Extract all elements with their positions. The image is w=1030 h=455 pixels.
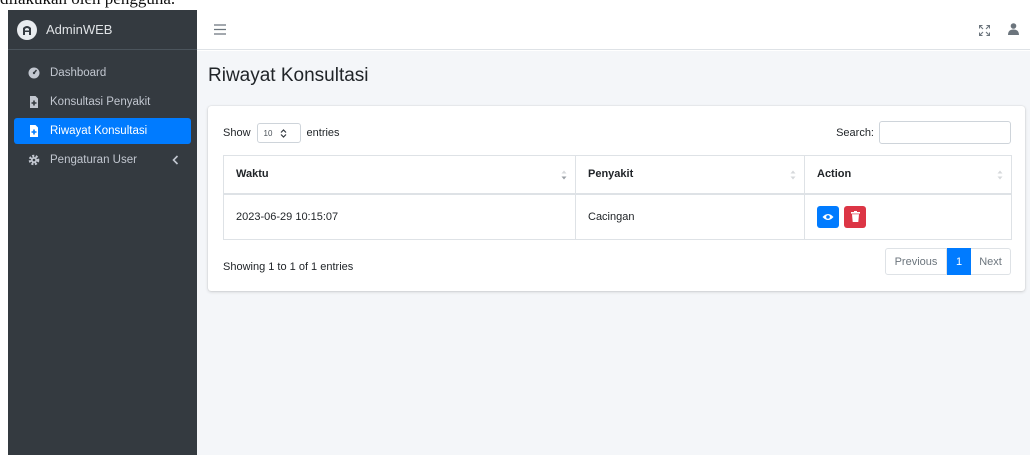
page-length-select[interactable]: 10 — [256, 123, 301, 143]
brand-name: AdminWEB — [46, 22, 113, 37]
chevron-left-icon — [172, 155, 179, 165]
file-medical-icon — [28, 96, 40, 108]
cog-icon — [28, 154, 40, 166]
riwayat-table: Waktu Penyakit Action 2023-06-29 10:15:0 — [223, 155, 1012, 240]
sidebar-item-dashboard[interactable]: Dashboard — [14, 60, 191, 86]
table-info: Showing 1 to 1 of 1 entries — [223, 261, 354, 273]
sidebar: AdminWEB Dashboard Konsultasi Penyakit R… — [8, 10, 197, 455]
sidebar-item-label: Pengaturan User — [50, 154, 137, 166]
column-header-penyakit[interactable]: Penyakit — [575, 155, 805, 195]
sidebar-item-label: Dashboard — [50, 67, 107, 79]
topbar — [197, 10, 1030, 50]
show-label: Show — [223, 127, 251, 139]
search-label: Search: — [836, 126, 874, 139]
table-row: 2023-06-29 10:15:07 Cacingan — [223, 193, 1012, 240]
trash-icon — [850, 211, 860, 223]
table-header-row: Waktu Penyakit Action — [223, 155, 1012, 195]
hamburger-icon[interactable] — [214, 22, 226, 35]
next-page-button[interactable]: Next — [971, 248, 1011, 275]
document-text: dilakukan oleh pengguna. — [0, 0, 175, 9]
column-header-waktu[interactable]: Waktu — [223, 155, 576, 195]
cell-waktu: 2023-06-29 10:15:07 — [223, 193, 576, 240]
select-arrows-icon — [280, 128, 287, 138]
brand-link[interactable]: AdminWEB — [8, 10, 197, 50]
view-button[interactable] — [817, 205, 839, 228]
sidebar-nav: Dashboard Konsultasi Penyakit Riwayat Ko… — [8, 50, 197, 173]
pagination: Previous 1 Next — [885, 248, 1011, 275]
page-length-value: 10 — [263, 128, 273, 138]
cell-action — [804, 193, 1012, 240]
expand-icon[interactable] — [978, 23, 991, 37]
page-title: Riwayat Konsultasi — [208, 65, 369, 86]
brand-logo-icon — [17, 19, 37, 40]
file-medical-icon — [28, 125, 40, 137]
table-card: Show 10 entries Search: Waktu Penyakit A… — [208, 106, 1025, 291]
entries-label: entries — [306, 127, 340, 139]
sidebar-item-pengaturan-user[interactable]: Pengaturan User — [14, 147, 191, 173]
delete-button[interactable] — [844, 205, 867, 228]
sort-arrows-icon — [790, 170, 796, 180]
content-area: Riwayat Konsultasi Show 10 entries Searc… — [197, 51, 1030, 455]
sort-arrows-icon — [561, 170, 567, 180]
sidebar-item-konsultasi-penyakit[interactable]: Konsultasi Penyakit — [14, 89, 191, 115]
sidebar-item-label: Riwayat Konsultasi — [50, 125, 148, 137]
tachometer-icon — [28, 67, 40, 79]
search-input[interactable] — [879, 121, 1011, 144]
user-icon[interactable] — [1008, 22, 1019, 35]
cell-penyakit: Cacingan — [575, 193, 805, 240]
sort-arrows-icon — [997, 170, 1003, 180]
page-length-control: Show 10 entries — [223, 123, 340, 143]
document-text-strip: dilakukan oleh pengguna. — [0, 0, 1030, 10]
previous-page-button[interactable]: Previous — [885, 248, 947, 275]
column-header-action[interactable]: Action — [804, 155, 1012, 195]
sidebar-item-riwayat-konsultasi[interactable]: Riwayat Konsultasi — [14, 118, 191, 144]
sidebar-item-label: Konsultasi Penyakit — [50, 96, 151, 108]
search-control: Search: — [836, 121, 1011, 144]
eye-icon — [822, 213, 834, 220]
page-1-button[interactable]: 1 — [947, 248, 971, 275]
